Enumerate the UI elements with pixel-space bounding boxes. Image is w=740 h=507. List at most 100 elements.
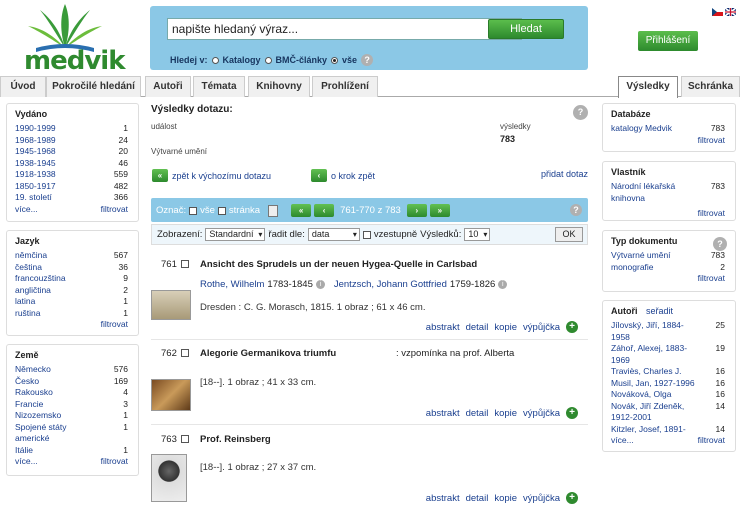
facet-item[interactable]: Záhoř, Alexej, 1883-1969 xyxy=(611,343,696,366)
add-icon[interactable]: + xyxy=(566,321,578,333)
facet-item[interactable]: katalogy Medvik xyxy=(611,123,672,135)
facet-item[interactable]: 1945-1968 xyxy=(15,146,56,158)
facet-item[interactable]: Nováková, Olga xyxy=(611,389,671,401)
facet-item[interactable]: monografie xyxy=(611,262,654,274)
tab-libraries[interactable]: Knihovny xyxy=(248,76,310,97)
back-to-start-link[interactable]: zpět k výchozímu dotazu xyxy=(172,171,271,181)
record-checkbox[interactable] xyxy=(181,435,189,443)
facet-item[interactable]: Výtvarné umění xyxy=(611,250,671,262)
abstract-link[interactable]: abstrakt xyxy=(426,322,460,333)
tab-authors[interactable]: Autoři xyxy=(145,76,191,97)
facet-filter-link[interactable]: filtrovat xyxy=(101,204,128,216)
mark-page-checkbox[interactable] xyxy=(217,206,226,215)
tab-results[interactable]: Výsledky xyxy=(618,76,678,98)
copy-link[interactable]: kopie xyxy=(494,408,517,419)
record-title[interactable]: Prof. Reinsberg xyxy=(200,434,271,445)
clipboard-icon[interactable] xyxy=(268,204,279,217)
facet-item[interactable]: 1850-1917 xyxy=(15,181,56,193)
sort-select[interactable]: data xyxy=(307,228,360,241)
add-query-link[interactable]: přidat dotaz xyxy=(541,169,588,179)
radio-katalogy[interactable] xyxy=(211,56,219,64)
facet-item[interactable]: latina xyxy=(15,296,35,308)
radio-bmc[interactable] xyxy=(264,56,272,64)
facet-more-link[interactable]: více... xyxy=(611,435,634,447)
info-icon[interactable]: i xyxy=(315,280,325,289)
facet-item[interactable]: angličtina xyxy=(15,285,51,297)
info-icon[interactable]: i xyxy=(498,280,508,289)
facet-item[interactable]: němčina xyxy=(15,250,47,262)
abstract-link[interactable]: abstrakt xyxy=(426,408,460,419)
help-icon[interactable]: ? xyxy=(361,54,374,66)
medvik-logo[interactable]: medvik xyxy=(10,4,125,76)
per-page-select[interactable]: 10 xyxy=(464,228,491,241)
facet-item[interactable]: 1968-1989 xyxy=(15,135,56,147)
facet-item[interactable]: Musil, Jan, 1927-1996 xyxy=(611,378,695,390)
prev-page-button[interactable]: ‹ xyxy=(314,204,335,217)
loan-link[interactable]: výpůjčka xyxy=(523,322,560,333)
mark-all-checkbox[interactable] xyxy=(189,206,198,215)
search-input[interactable]: napište hledaný výraz... xyxy=(167,18,522,40)
add-icon[interactable]: + xyxy=(566,492,578,504)
facet-item[interactable]: Německo xyxy=(15,364,51,376)
facet-item[interactable]: čeština xyxy=(15,262,42,274)
facet-filter-link[interactable]: filtrovat xyxy=(603,273,735,283)
facet-filter-link[interactable]: filtrovat xyxy=(698,435,725,447)
copy-link[interactable]: kopie xyxy=(494,322,517,333)
step-back-link[interactable]: o krok zpět xyxy=(331,171,375,181)
abstract-link[interactable]: abstrakt xyxy=(426,493,460,504)
facet-item[interactable]: Kitzler, Josef, 1891- xyxy=(611,424,686,436)
facet-item[interactable]: Francie xyxy=(15,399,43,411)
add-icon[interactable]: + xyxy=(566,407,578,419)
facet-item[interactable]: 1918-1938 xyxy=(15,169,56,181)
loan-link[interactable]: výpůjčka xyxy=(523,408,560,419)
detail-link[interactable]: detail xyxy=(466,408,489,419)
tab-advanced-search[interactable]: Pokročilé hledání xyxy=(46,76,141,97)
facet-item[interactable]: Národní lékařská knihovna xyxy=(611,181,683,204)
facet-item[interactable]: Nizozemsko xyxy=(15,410,61,422)
last-page-button[interactable]: » xyxy=(429,204,450,217)
facet-item[interactable]: Česko xyxy=(15,376,39,388)
author-link[interactable]: Rothe, Wilhelm xyxy=(200,279,264,290)
tab-uvod[interactable]: Úvod xyxy=(0,76,46,97)
sort-link[interactable]: seřadit xyxy=(646,306,673,316)
tab-topics[interactable]: Témata xyxy=(193,76,245,97)
facet-item[interactable]: Jílovský, Jiří, 1884-1958 xyxy=(611,320,696,343)
facet-filter-link[interactable]: filtrovat xyxy=(603,208,735,218)
facet-item[interactable]: 19. století xyxy=(15,192,52,204)
facet-item[interactable]: Novák, Jiří Zdeněk, 1912-2001 xyxy=(611,401,696,424)
record-thumbnail[interactable] xyxy=(151,454,187,502)
author-link[interactable]: Jentzsch, Johann Gottfried xyxy=(334,279,447,290)
tab-clipboard[interactable]: Schránka xyxy=(681,76,740,97)
facet-item[interactable]: ruština xyxy=(15,308,41,320)
help-icon[interactable]: ? xyxy=(713,237,727,251)
facet-item[interactable]: Traviès, Charles J. xyxy=(611,366,682,378)
ascending-checkbox[interactable] xyxy=(362,230,371,239)
facet-more-link[interactable]: více... xyxy=(15,204,38,216)
record-thumbnail[interactable] xyxy=(151,379,191,411)
help-icon[interactable]: ? xyxy=(570,204,582,216)
czech-flag-icon[interactable] xyxy=(712,8,723,16)
facet-filter-link[interactable]: filtrovat xyxy=(7,319,138,329)
record-thumbnail[interactable] xyxy=(151,290,191,320)
first-page-button[interactable]: « xyxy=(291,204,312,217)
facet-more-link[interactable]: více... xyxy=(15,456,38,468)
facet-item[interactable]: 1990-1999 xyxy=(15,123,56,135)
record-checkbox[interactable] xyxy=(181,260,189,268)
ok-button[interactable]: OK xyxy=(555,227,583,242)
login-button[interactable]: Přihlášení xyxy=(638,31,698,51)
detail-link[interactable]: detail xyxy=(466,493,489,504)
radio-vse[interactable] xyxy=(331,56,339,64)
step-back[interactable]: ‹ o krok zpět xyxy=(311,169,375,182)
record-title[interactable]: Ansicht des Sprudels un der neuen Hygea-… xyxy=(200,259,477,270)
copy-link[interactable]: kopie xyxy=(494,493,517,504)
facet-item[interactable]: 1938-1945 xyxy=(15,158,56,170)
facet-filter-link[interactable]: filtrovat xyxy=(101,456,128,468)
tab-browse[interactable]: Prohlížení xyxy=(312,76,378,97)
facet-filter-link[interactable]: filtrovat xyxy=(603,135,735,145)
back-to-start[interactable]: « zpět k výchozímu dotazu xyxy=(152,169,271,182)
help-icon[interactable]: ? xyxy=(573,105,588,120)
view-select[interactable]: Standardní xyxy=(205,228,266,241)
record-checkbox[interactable] xyxy=(181,349,189,357)
record-title[interactable]: Alegorie Germanikova triumfu xyxy=(200,348,336,359)
loan-link[interactable]: výpůjčka xyxy=(523,493,560,504)
